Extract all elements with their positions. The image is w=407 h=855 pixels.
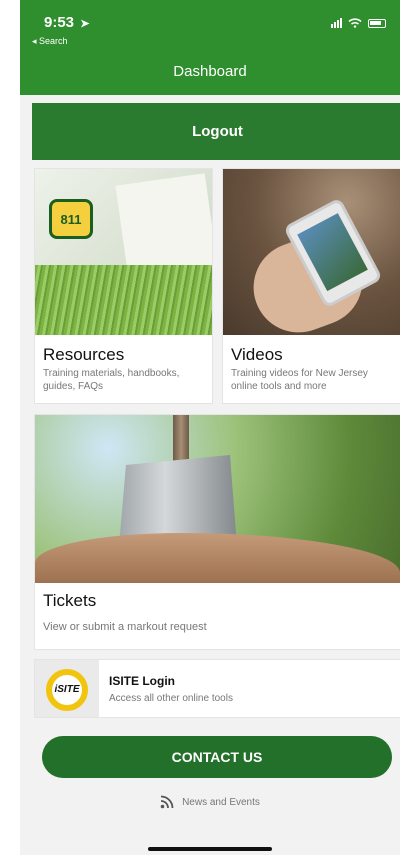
call-811-badge: 811 (49, 199, 93, 239)
videos-description: Training videos for New Jersey online to… (231, 368, 368, 392)
top-bar: 9:53 ➤ ◂ Search Dashboard (20, 0, 400, 95)
tickets-title: Tickets (43, 591, 97, 610)
resources-description: Training materials, handbooks, guides, F… (43, 368, 180, 392)
news-and-events-link[interactable]: News and Events (20, 795, 400, 809)
contact-us-button[interactable]: CONTACT US (42, 736, 392, 778)
back-to-search-link[interactable]: ◂ Search (32, 36, 68, 47)
isite-description: Access all other online tools (109, 693, 233, 704)
isite-logo: iSITE (35, 660, 99, 717)
tickets-description: View or submit a markout request (43, 621, 207, 633)
resources-card[interactable]: 811 Resources Training materials, handbo… (34, 168, 213, 404)
grass-graphic (35, 265, 212, 335)
dirt-graphic (35, 533, 400, 583)
app-screen: 9:53 ➤ ◂ Search Dashboard Logout 811 Res… (20, 0, 400, 855)
rss-icon (160, 795, 174, 809)
isite-title: ISITE Login (109, 674, 175, 688)
resources-title: Resources (43, 345, 125, 364)
status-time: 9:53 ➤ (44, 14, 90, 31)
battery-icon (368, 18, 386, 28)
videos-image (223, 169, 400, 346)
page-title: Dashboard (173, 63, 247, 80)
isite-login-card[interactable]: iSITE ISITE Login Access all other onlin… (34, 659, 400, 718)
videos-title: Videos (231, 345, 283, 364)
resources-image: 811 (35, 169, 212, 335)
status-icons (331, 18, 386, 28)
isite-logo-ring: iSITE (46, 668, 88, 711)
tickets-card[interactable]: Tickets View or submit a markout request (34, 414, 400, 650)
videos-card[interactable]: Videos Training videos for New Jersey on… (222, 168, 400, 404)
wifi-icon (348, 18, 362, 28)
home-indicator[interactable] (148, 847, 272, 851)
tickets-image (35, 415, 400, 583)
location-arrow-icon: ➤ (80, 18, 90, 30)
logout-button[interactable]: Logout (32, 103, 400, 160)
cellular-signal-icon (331, 18, 342, 28)
news-and-events-label: News and Events (182, 796, 260, 808)
